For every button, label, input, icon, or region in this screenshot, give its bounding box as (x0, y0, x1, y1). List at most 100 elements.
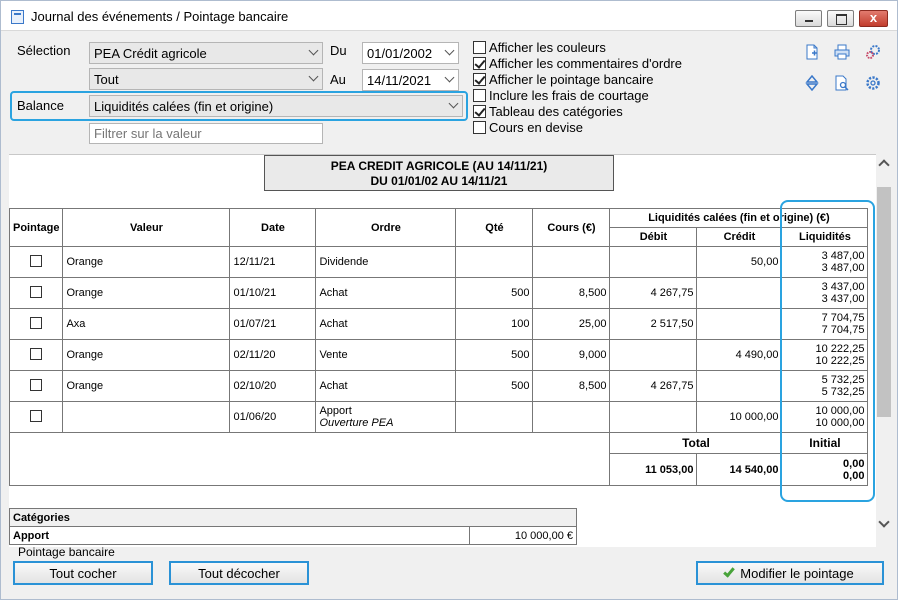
sort-updown-icon[interactable] (804, 75, 820, 91)
cell-valeur (62, 401, 231, 433)
checkbox[interactable] (473, 73, 486, 86)
cell-debit: 4 267,75 (609, 370, 698, 402)
cell-valeur: Axa (62, 308, 231, 340)
cell-debit: 2 517,50 (609, 308, 698, 340)
modify-pointage-button[interactable]: Modifier le pointage (696, 561, 884, 585)
section-label-pointage: Pointage bancaire (18, 545, 115, 559)
type-select[interactable]: Tout (89, 68, 323, 90)
cell-qte (455, 246, 534, 278)
pointage-checkbox[interactable] (30, 409, 43, 422)
journal-table: Pointage Valeur Date Ordre Qté Cours (€)… (9, 208, 869, 486)
cell-credit: 50,00 (696, 246, 783, 278)
cell-date: 12/11/21 (229, 246, 317, 278)
cell-ordre: Achat (315, 277, 457, 309)
category-value: 10 000,00 € (469, 526, 577, 545)
date-to-picker[interactable]: 14/11/2021 (362, 69, 459, 91)
balance-label: Balance (17, 98, 64, 113)
pointage-checkbox[interactable] (30, 378, 43, 391)
option-label: Cours en devise (489, 120, 583, 135)
cell-cours: 8,500 (532, 277, 611, 309)
total-credit: 14 540,00 (696, 453, 783, 486)
print-icon[interactable] (834, 44, 850, 60)
cell-cours: 25,00 (532, 308, 611, 340)
app-icon (11, 10, 24, 24)
report-title-line2: DU 01/01/02 AU 14/11/21 (370, 174, 508, 188)
categories-header: Catégories (9, 508, 577, 527)
maximize-button[interactable] (827, 10, 854, 27)
cell-valeur: Orange (62, 246, 231, 278)
scroll-down-icon[interactable] (878, 516, 890, 528)
table-row: Orange 12/11/21 Dividende 50,00 3 487,00… (9, 246, 869, 278)
chevron-down-icon (448, 98, 459, 109)
modify-pointage-label: Modifier le pointage (740, 566, 854, 581)
journal-window: Journal des événements / Pointage bancai… (0, 0, 898, 600)
date-from-value: 01/01/2002 (367, 46, 433, 61)
ordre-type: Apport (319, 405, 352, 417)
table-row: Orange 02/10/20 Achat 500 8,500 4 267,75… (9, 370, 869, 402)
option-label: Tableau des catégories (489, 104, 623, 119)
portfolio-value: PEA Crédit agricole (94, 46, 207, 61)
option-colors[interactable]: Afficher les couleurs (473, 40, 606, 56)
option-bank-reconciliation[interactable]: Afficher le pointage bancaire (473, 72, 654, 88)
checkmark-icon (723, 565, 736, 578)
cell-cours: 9,000 (532, 339, 611, 371)
checkbox[interactable] (473, 121, 486, 134)
cell-cours (532, 401, 611, 433)
cell-credit: 4 490,00 (696, 339, 783, 371)
checkbox[interactable] (473, 105, 486, 118)
cell-ordre: Achat (315, 370, 457, 402)
cell-cours: 8,500 (532, 370, 611, 402)
col-header-pointage[interactable]: Pointage (9, 208, 64, 247)
minimize-button[interactable] (795, 10, 822, 27)
balance-value: Liquidités calées (fin et origine) (94, 99, 274, 114)
cell-date: 01/10/21 (229, 277, 317, 309)
balance-select[interactable]: Liquidités calées (fin et origine) (89, 95, 463, 117)
table-row: 01/06/20 Apport Ouverture PEA 10 000,00 1… (9, 401, 869, 433)
vertical-scrollbar[interactable] (876, 154, 892, 547)
total-debit: 11 053,00 (609, 453, 698, 486)
col-header-ordre[interactable]: Ordre (315, 208, 457, 247)
new-document-icon[interactable] (804, 44, 820, 60)
checkbox[interactable] (473, 41, 486, 54)
pointage-checkbox[interactable] (30, 316, 43, 329)
check-all-button[interactable]: Tout cocher (13, 561, 153, 585)
checkbox[interactable] (473, 89, 486, 102)
option-category-table[interactable]: Tableau des catégories (473, 104, 623, 120)
checkbox[interactable] (473, 57, 486, 70)
col-header-date[interactable]: Date (229, 208, 317, 247)
gear-icon[interactable] (865, 75, 881, 91)
option-comments[interactable]: Afficher les commentaires d'ordre (473, 56, 682, 72)
cell-qte: 500 (455, 339, 534, 371)
col-header-qte[interactable]: Qté (455, 208, 534, 247)
scroll-thumb[interactable] (877, 187, 891, 417)
chevron-down-icon (308, 71, 319, 82)
cell-debit (609, 246, 698, 278)
document-search-icon[interactable] (834, 75, 850, 91)
cell-debit (609, 339, 698, 371)
col-header-debit[interactable]: Débit (609, 227, 698, 247)
chevron-down-icon (444, 72, 455, 83)
option-currency-price[interactable]: Cours en devise (473, 120, 583, 136)
cell-credit (696, 277, 783, 309)
value-filter-input[interactable] (89, 123, 323, 144)
option-label: Afficher les couleurs (489, 40, 606, 55)
close-button[interactable]: x (859, 10, 888, 27)
portfolio-select[interactable]: PEA Crédit agricole (89, 42, 323, 64)
option-brokerage-fees[interactable]: Inclure les frais de courtage (473, 88, 649, 104)
date-from-label: Du (330, 43, 347, 58)
uncheck-all-button[interactable]: Tout décocher (169, 561, 309, 585)
col-header-credit[interactable]: Crédit (696, 227, 783, 247)
date-from-picker[interactable]: 01/01/2002 (362, 42, 459, 64)
report-title-line1: PEA CREDIT AGRICOLE (AU 14/11/21) (330, 159, 548, 173)
ordre-comment: Ouverture PEA (319, 417, 394, 429)
cell-date: 02/10/20 (229, 370, 317, 402)
pointage-checkbox[interactable] (30, 254, 43, 267)
col-header-valeur[interactable]: Valeur (62, 208, 231, 247)
settings-gears-icon[interactable] (865, 44, 881, 60)
cell-cours (532, 246, 611, 278)
scroll-up-icon[interactable] (878, 159, 890, 171)
col-header-cours[interactable]: Cours (€) (532, 208, 611, 247)
total-label: Total (609, 432, 783, 454)
pointage-checkbox[interactable] (30, 347, 43, 360)
pointage-checkbox[interactable] (30, 285, 43, 298)
